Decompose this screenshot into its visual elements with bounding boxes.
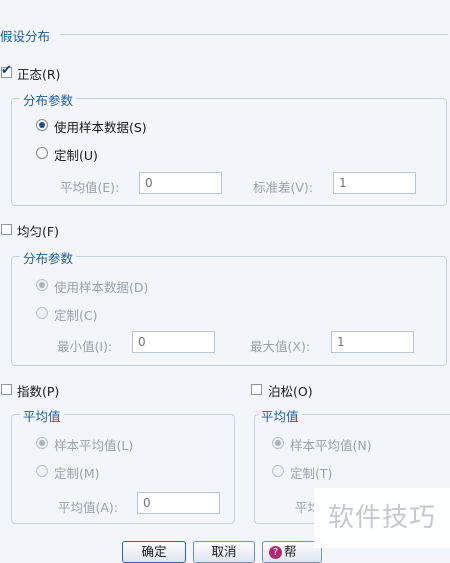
normal-sample-label: 使用样本数据(S) bbox=[54, 120, 147, 135]
section-title: 假设分布 bbox=[0, 29, 51, 44]
exponential-sample-label: 样本平均值(L) bbox=[54, 438, 134, 453]
exponential-custom-label: 定制(M) bbox=[54, 466, 100, 481]
uniform-checkbox-label: 均匀(F) bbox=[17, 224, 59, 239]
uniform-custom-radio[interactable] bbox=[36, 307, 48, 319]
poisson-group-title: 平均值 bbox=[258, 406, 302, 425]
section-divider bbox=[60, 34, 448, 35]
normal-sd-input[interactable]: 1 bbox=[333, 172, 416, 194]
normal-sd-label: 标准差(V): bbox=[253, 180, 314, 195]
cancel-button[interactable]: 取消 bbox=[193, 541, 255, 563]
help-button-label: 帮 bbox=[284, 544, 297, 559]
normal-custom-label: 定制(U) bbox=[54, 148, 98, 163]
normal-custom-radio[interactable] bbox=[36, 147, 48, 159]
poisson-sample-label: 样本平均值(N) bbox=[290, 438, 372, 453]
uniform-max-label: 最大值(X): bbox=[250, 339, 311, 354]
exponential-mean-label: 平均值(A): bbox=[58, 500, 119, 515]
normal-mean-label: 平均值(E): bbox=[60, 180, 120, 195]
watermark: 软件技巧 bbox=[314, 488, 450, 548]
uniform-min-label: 最小值(I): bbox=[57, 339, 113, 354]
normal-checkbox-label: 正态(R) bbox=[17, 67, 61, 82]
uniform-max-input[interactable]: 1 bbox=[331, 331, 414, 353]
help-button[interactable]: ? 帮 bbox=[262, 541, 322, 563]
exponential-checkbox-label: 指数(P) bbox=[17, 384, 60, 399]
poisson-custom-radio[interactable] bbox=[272, 465, 284, 477]
normal-sample-radio[interactable] bbox=[36, 119, 48, 131]
exponential-sample-radio[interactable] bbox=[36, 437, 48, 449]
ok-button[interactable]: 确定 bbox=[122, 541, 186, 563]
exponential-custom-radio[interactable] bbox=[36, 465, 48, 477]
poisson-sample-radio[interactable] bbox=[272, 437, 284, 449]
poisson-checkbox[interactable] bbox=[251, 384, 262, 395]
uniform-params-title: 分布参数 bbox=[20, 248, 77, 267]
uniform-min-input[interactable]: 0 bbox=[132, 331, 215, 353]
exponential-group-title: 平均值 bbox=[20, 406, 64, 425]
poisson-checkbox-label: 泊松(O) bbox=[268, 384, 313, 399]
normal-checkbox[interactable] bbox=[1, 63, 12, 78]
uniform-sample-radio[interactable] bbox=[36, 279, 48, 291]
uniform-custom-label: 定制(C) bbox=[54, 308, 98, 323]
poisson-custom-label: 定制(T) bbox=[290, 466, 333, 481]
normal-params-title: 分布参数 bbox=[20, 90, 77, 109]
exponential-checkbox[interactable] bbox=[1, 384, 12, 395]
uniform-sample-label: 使用样本数据(D) bbox=[54, 280, 149, 295]
exponential-mean-input[interactable]: 0 bbox=[137, 492, 220, 514]
normal-mean-input[interactable]: 0 bbox=[139, 172, 222, 194]
uniform-checkbox[interactable] bbox=[1, 224, 12, 235]
